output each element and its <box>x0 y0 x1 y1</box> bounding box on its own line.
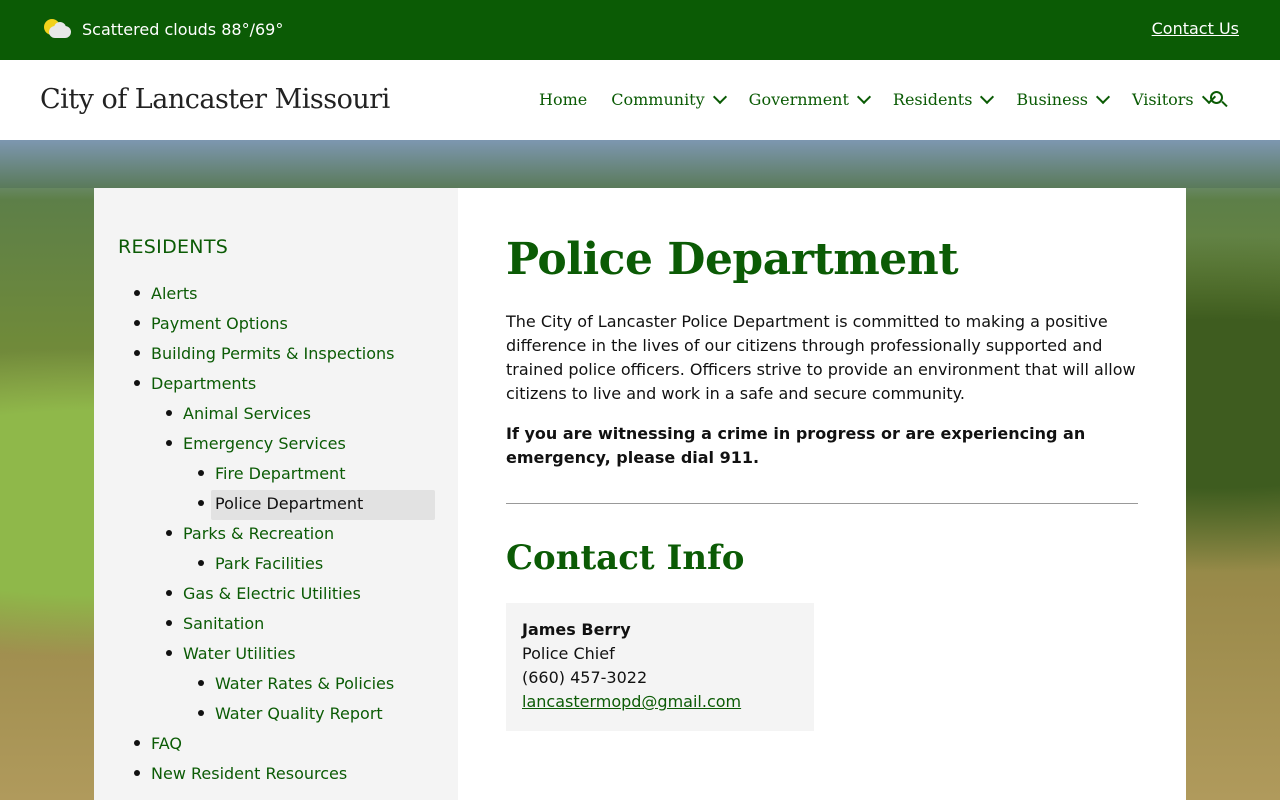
sidebar-item-label: Alerts <box>151 284 198 303</box>
sidebar-item[interactable]: Park Facilities <box>94 549 458 579</box>
sidebar-menu: Alerts Payment Options Building Permits & … <box>94 279 458 789</box>
partly-cloudy-icon <box>44 17 72 41</box>
sidebar-item[interactable]: Alerts <box>94 279 458 309</box>
sidebar-item[interactable]: Gas & Electric Utilities <box>94 579 458 609</box>
chevron-down-icon <box>856 89 871 104</box>
bullet-icon <box>166 620 172 626</box>
sidebar-item-label: FAQ <box>151 734 182 753</box>
sidebar-item[interactable]: Departments <box>94 369 458 399</box>
sidebar-item[interactable]: Building Permits & Inspections <box>94 339 458 369</box>
sidebar-item[interactable]: Water Utilities <box>94 639 458 669</box>
nav-government[interactable]: Government <box>749 89 871 109</box>
bullet-icon <box>166 650 172 656</box>
sidebar-item[interactable]: Police Department <box>94 489 458 520</box>
sidebar-item-label: Animal Services <box>183 404 311 423</box>
sidebar-heading[interactable]: RESIDENTS <box>118 236 228 258</box>
site-header: City of Lancaster Missouri Home Communit… <box>0 60 1280 140</box>
contact-phone[interactable]: (660) 457-3022 <box>522 666 798 690</box>
chevron-down-icon <box>712 89 727 104</box>
bullet-icon <box>166 530 172 536</box>
sidebar-item-label: Gas & Electric Utilities <box>183 584 361 603</box>
sidebar-item[interactable]: Fire Department <box>94 459 458 489</box>
contact-email-link[interactable]: lancastermopd@gmail.com <box>522 692 741 711</box>
bullet-icon <box>166 440 172 446</box>
sidebar-item-label: Water Rates & Policies <box>215 674 395 693</box>
bullet-icon <box>134 290 140 296</box>
bullet-icon <box>198 500 204 506</box>
hero-hills <box>0 140 1280 188</box>
bullet-icon <box>134 350 140 356</box>
sidebar-item-label: Fire Department <box>215 464 346 483</box>
nav-home[interactable]: Home <box>539 90 587 109</box>
sidebar-item-label: Parks & Recreation <box>183 524 335 543</box>
sidebar-item-label: Payment Options <box>151 314 288 333</box>
chevron-down-icon <box>980 89 995 104</box>
main-nav: Home Community Government Residents Busi… <box>539 89 1216 109</box>
sidebar-item[interactable]: Payment Options <box>94 309 458 339</box>
sidebar-item-label: Park Facilities <box>215 554 324 573</box>
sidebar-item[interactable]: Water Quality Report <box>94 699 458 729</box>
site-title[interactable]: City of Lancaster Missouri <box>40 84 390 115</box>
bullet-icon <box>198 560 204 566</box>
bullet-icon <box>198 470 204 476</box>
contact-role: Police Chief <box>522 644 615 663</box>
sidebar-item[interactable]: Sanitation <box>94 609 458 639</box>
nav-residents[interactable]: Residents <box>893 89 995 109</box>
sidebar-item-label: Departments <box>151 374 257 393</box>
sidebar-item-label: Emergency Services <box>183 434 346 453</box>
intro-paragraph: The City of Lancaster Police Department … <box>506 312 1136 403</box>
bullet-icon <box>134 740 140 746</box>
bullet-icon <box>198 680 204 686</box>
weather-text: Scattered clouds 88°/69° <box>82 19 284 39</box>
emergency-notice: If you are witnessing a crime in progres… <box>506 424 1086 467</box>
sidebar-item-label: Building Permits & Inspections <box>151 344 395 363</box>
contact-us-link[interactable]: Contact Us <box>1152 19 1239 38</box>
page-title: Police Department <box>506 234 959 285</box>
bullet-icon <box>198 710 204 716</box>
sidebar-item-label: New Resident Resources <box>151 764 348 783</box>
sidebar-item[interactable]: Parks & Recreation <box>94 519 458 549</box>
search-icon[interactable] <box>1210 91 1228 109</box>
contact-card: James Berry Police Chief (660) 457-3022 … <box>506 603 814 731</box>
chevron-down-icon <box>1095 89 1111 104</box>
sidebar-item[interactable]: FAQ <box>94 729 458 759</box>
sidebar: RESIDENTS Alerts Payment Options Building … <box>94 188 458 800</box>
bullet-icon <box>134 320 140 326</box>
bullet-icon <box>134 380 140 386</box>
divider <box>506 503 1138 504</box>
sidebar-item-label: Water Utilities <box>183 644 296 663</box>
contact-name: James Berry <box>522 620 631 639</box>
top-bar: Scattered clouds 88°/69° Contact Us <box>0 0 1280 60</box>
main-content: Police Department The City of Lancaster … <box>458 188 1186 800</box>
contact-info-heading: Contact Info <box>506 538 745 578</box>
sidebar-item[interactable]: Emergency Services <box>94 429 458 459</box>
sidebar-item[interactable]: Animal Services <box>94 399 458 429</box>
nav-visitors[interactable]: Visitors <box>1132 89 1216 109</box>
nav-community[interactable]: Community <box>611 89 727 109</box>
sidebar-item-label: Sanitation <box>183 614 265 633</box>
nav-business[interactable]: Business <box>1016 89 1111 109</box>
bullet-icon <box>166 410 172 416</box>
sidebar-item[interactable]: Water Rates & Policies <box>94 669 458 699</box>
bullet-icon <box>166 590 172 596</box>
sidebar-item-label: Water Quality Report <box>215 704 383 723</box>
sidebar-item-label: Police Department <box>211 490 435 520</box>
weather-widget: Scattered clouds 88°/69° <box>44 17 283 41</box>
sidebar-item[interactable]: New Resident Resources <box>94 759 458 789</box>
bullet-icon <box>134 770 140 776</box>
